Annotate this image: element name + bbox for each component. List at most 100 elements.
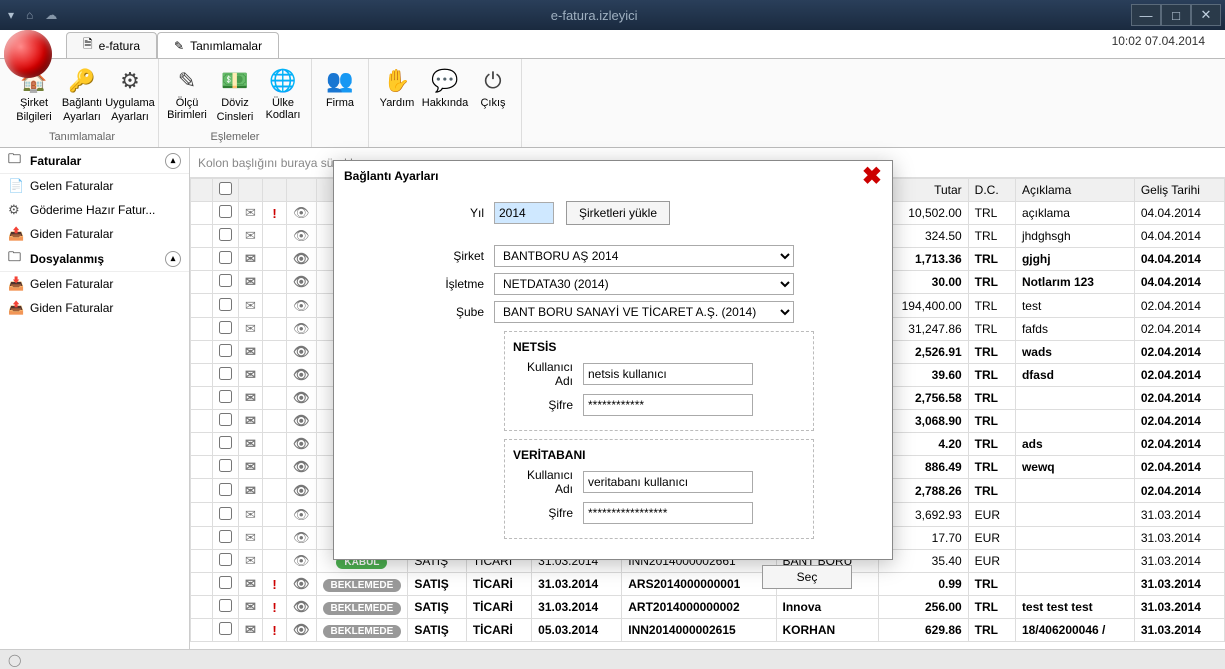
eye-icon[interactable]: 👁	[287, 225, 317, 248]
netsis-pass-label: Şifre	[513, 398, 583, 412]
down-arrow-icon[interactable]: ▾	[8, 8, 14, 22]
sidebar-item[interactable]: 📤Giden Faturalar	[0, 296, 189, 320]
column-header[interactable]	[263, 179, 287, 202]
select-button[interactable]: Seç	[762, 565, 852, 589]
row-checkbox[interactable]	[219, 298, 232, 311]
ribbon-item[interactable]: ⏻Çıkış	[469, 61, 517, 141]
business-select[interactable]: NETDATA30 (2014)	[494, 273, 794, 295]
netsis-user-input[interactable]	[583, 363, 753, 385]
maximize-button[interactable]: □	[1161, 4, 1191, 26]
db-user-input[interactable]	[583, 471, 753, 493]
ribbon-group-title	[316, 141, 364, 145]
row-checkbox[interactable]	[219, 459, 232, 472]
row-checkbox[interactable]	[219, 274, 232, 287]
eye-icon[interactable]: 👁	[287, 341, 317, 364]
netsis-pass-input[interactable]	[583, 394, 753, 416]
load-companies-button[interactable]: Şirketleri yükle	[566, 201, 670, 225]
column-header[interactable]	[239, 179, 263, 202]
date-cell: 02.04.2014	[1134, 294, 1224, 318]
envelope-icon: ✉	[239, 479, 263, 503]
row-checkbox[interactable]	[219, 530, 232, 543]
row-checkbox[interactable]	[219, 622, 232, 635]
sidebar-section-header[interactable]: 🗀Faturalar▴	[0, 148, 189, 174]
eye-icon[interactable]: 👁	[287, 364, 317, 387]
eye-icon[interactable]: 👁	[287, 479, 317, 503]
row-checkbox[interactable]	[219, 436, 232, 449]
eye-icon[interactable]: 👁	[287, 271, 317, 294]
close-button[interactable]: ✕	[1191, 4, 1221, 26]
eye-icon[interactable]: 👁	[287, 202, 317, 225]
eye-icon[interactable]: 👁	[287, 294, 317, 318]
db-pass-input[interactable]	[583, 502, 753, 524]
eye-icon[interactable]: 👁	[287, 318, 317, 341]
row-checkbox[interactable]	[219, 599, 232, 612]
collapse-icon[interactable]: ▴	[165, 153, 181, 169]
table-row[interactable]: ✉!👁BEKLEMEDESATIŞTİCARİ05.03.2014INN2014…	[191, 619, 1225, 642]
column-header[interactable]	[213, 179, 239, 202]
dialog-close-icon[interactable]: ✖	[862, 162, 882, 191]
currency-cell: TRL	[968, 387, 1015, 410]
ribbon-item[interactable]: 💵DövizCinsleri	[211, 61, 259, 129]
row-checkbox[interactable]	[219, 228, 232, 241]
company-select[interactable]: BANTBORU AŞ 2014	[494, 245, 794, 267]
cell: TİCARİ	[466, 596, 531, 619]
eye-icon[interactable]: 👁	[287, 596, 317, 619]
row-checkbox[interactable]	[219, 553, 232, 566]
row-checkbox[interactable]	[219, 321, 232, 334]
eye-icon[interactable]: 👁	[287, 410, 317, 433]
row-checkbox[interactable]	[219, 576, 232, 589]
eye-icon[interactable]: 👁	[287, 248, 317, 271]
ribbon-group-title: Eşlemeler	[163, 129, 307, 145]
sidebar-item[interactable]: 📤Giden Faturalar	[0, 222, 189, 246]
row-checkbox[interactable]	[219, 483, 232, 496]
year-input[interactable]	[494, 202, 554, 224]
row-checkbox[interactable]	[219, 205, 232, 218]
column-header[interactable]	[191, 179, 213, 202]
eye-icon[interactable]: 👁	[287, 550, 317, 573]
column-header[interactable]: D.C.	[968, 179, 1015, 202]
eye-icon[interactable]: 👁	[287, 456, 317, 479]
minimize-button[interactable]: —	[1131, 4, 1161, 26]
home-icon[interactable]: ⌂	[26, 8, 33, 22]
row-checkbox[interactable]	[219, 507, 232, 520]
uygulama-icon: ⚙	[116, 67, 144, 95]
sidebar-item[interactable]: 📄Gelen Faturalar	[0, 174, 189, 198]
cloud-icon[interactable]: ☁	[45, 8, 57, 22]
column-header[interactable]	[287, 179, 317, 202]
eye-icon[interactable]: 👁	[287, 619, 317, 642]
collapse-icon[interactable]: ▴	[165, 251, 181, 267]
column-header[interactable]: Geliş Tarihi	[1134, 179, 1224, 202]
ribbon-item[interactable]: 💬Hakkında	[421, 61, 469, 141]
eye-icon[interactable]: 👁	[287, 573, 317, 596]
row-checkbox[interactable]	[219, 251, 232, 264]
sidebar-section-header[interactable]: 🗀Dosyalanmış▴	[0, 246, 189, 272]
ribbon-item[interactable]: 🔑BağlantıAyarları	[58, 61, 106, 129]
app-logo-icon	[4, 30, 52, 78]
eye-icon[interactable]: 👁	[287, 503, 317, 527]
sidebar-item[interactable]: ⚙Göderime Hazır Fatur...	[0, 198, 189, 222]
select-all-checkbox[interactable]	[219, 182, 232, 195]
ribbon-item[interactable]: ⚙UygulamaAyarları	[106, 61, 154, 129]
column-header[interactable]: Açıklama	[1015, 179, 1134, 202]
eye-icon[interactable]: 👁	[287, 433, 317, 456]
netsis-user-label: Kullanıcı Adı	[513, 360, 583, 388]
row-checkbox[interactable]	[219, 413, 232, 426]
row-checkbox[interactable]	[219, 344, 232, 357]
date-cell: 02.04.2014	[1134, 410, 1224, 433]
table-row[interactable]: ✉!👁BEKLEMEDESATIŞTİCARİ31.03.2014ART2014…	[191, 596, 1225, 619]
currency-cell: TRL	[968, 318, 1015, 341]
ribbon-item[interactable]: ✋Yardım	[373, 61, 421, 141]
row-checkbox[interactable]	[219, 390, 232, 403]
eye-icon[interactable]: 👁	[287, 527, 317, 550]
eye-icon[interactable]: 👁	[287, 387, 317, 410]
sidebar-item[interactable]: 📥Gelen Faturalar	[0, 272, 189, 296]
tab-efatura[interactable]: 🗎e-fatura	[66, 32, 157, 58]
branch-select[interactable]: BANT BORU SANAYİ VE TİCARET A.Ş. (2014)	[494, 301, 794, 323]
date-cell: 02.04.2014	[1134, 318, 1224, 341]
row-checkbox[interactable]	[219, 367, 232, 380]
ribbon-item[interactable]: 👥Firma	[316, 61, 364, 141]
ribbon-item[interactable]: ✎Ölçü Birimleri	[163, 61, 211, 129]
tab-tanimlamalar[interactable]: ✎Tanımlamalar	[157, 32, 279, 58]
ribbon-item[interactable]: 🌐Ülke Kodları	[259, 61, 307, 129]
date-cell: 02.04.2014	[1134, 456, 1224, 479]
